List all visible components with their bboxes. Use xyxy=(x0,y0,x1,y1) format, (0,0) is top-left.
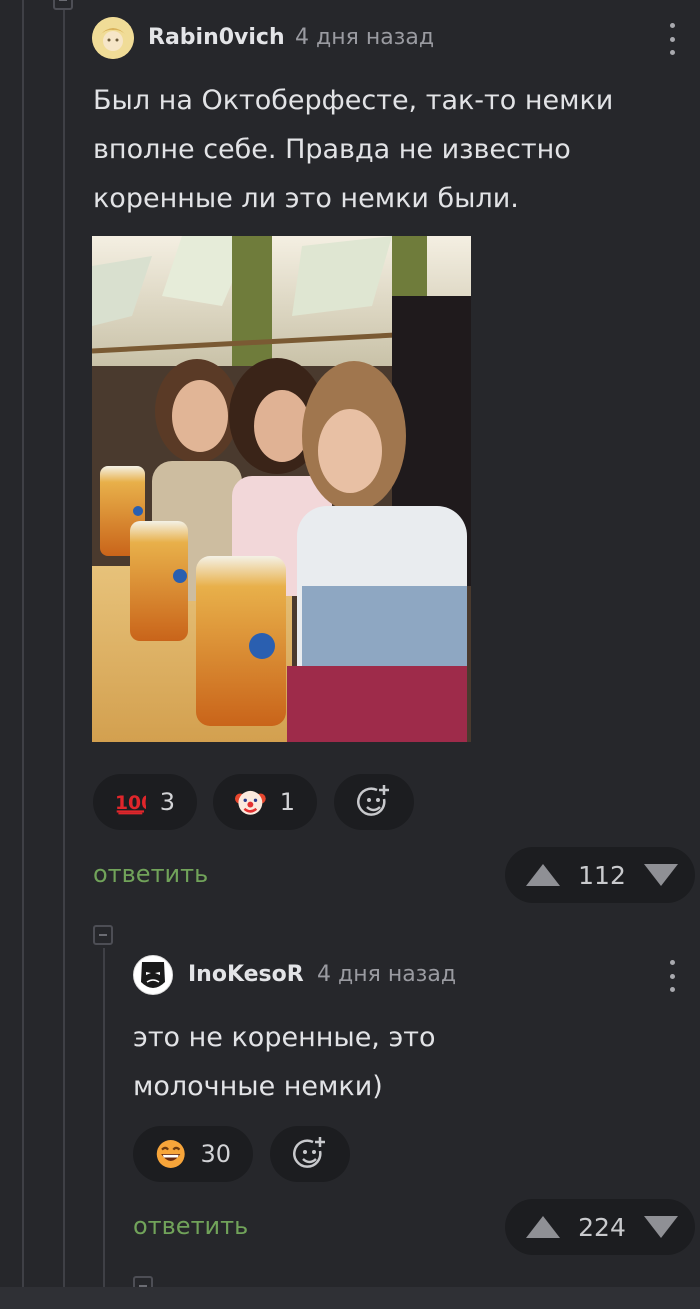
downvote-icon[interactable] xyxy=(643,1215,679,1239)
add-reaction-button[interactable] xyxy=(334,774,414,830)
reaction-count: 1 xyxy=(279,788,295,816)
dot xyxy=(669,36,675,42)
dot xyxy=(669,987,675,992)
dot xyxy=(669,50,675,55)
user-avatar[interactable] xyxy=(92,17,134,59)
avatar-image xyxy=(92,17,134,59)
reaction-grinning[interactable]: 30 xyxy=(133,1126,253,1182)
username[interactable]: InoKesoR xyxy=(188,962,304,987)
upvote-icon[interactable] xyxy=(525,863,561,887)
more-options-button[interactable] xyxy=(666,23,678,55)
rating-value: 112 xyxy=(578,860,626,890)
oktoberfest-photo xyxy=(92,236,471,742)
comment-text: Был на Октоберфесте, так-то немки вполне… xyxy=(93,76,613,223)
downvote-icon[interactable] xyxy=(643,863,679,887)
thread-line-level-2 xyxy=(103,948,105,1287)
dot xyxy=(669,973,675,979)
upvote-icon[interactable] xyxy=(525,1215,561,1239)
thread-line-outer xyxy=(22,0,24,1287)
comment-time: 4 дня назад xyxy=(295,25,435,50)
reaction-hundred[interactable]: 100 3 xyxy=(93,774,197,830)
user-avatar[interactable] xyxy=(133,955,173,995)
bottom-bar xyxy=(0,1287,700,1309)
dot xyxy=(669,23,675,28)
comment-text-line: вполне себе. Правда не известно xyxy=(93,134,571,165)
collapse-thread-button[interactable] xyxy=(53,0,73,10)
comment-text-line: Был на Октоберфесте, так-то немки xyxy=(93,85,614,116)
reaction-clown[interactable]: 1 xyxy=(213,774,317,830)
comment-text: это не коренные, это молочные немки) xyxy=(133,1013,436,1111)
rating-widget: 112 xyxy=(505,847,695,903)
rating-value: 224 xyxy=(578,1212,626,1242)
avatar-image xyxy=(134,956,172,994)
reply-link[interactable]: ответить xyxy=(93,860,208,888)
add-reaction-button[interactable] xyxy=(270,1126,350,1182)
dot xyxy=(669,960,675,965)
reaction-count: 3 xyxy=(159,788,175,816)
comment-time: 4 дня назад xyxy=(317,962,457,987)
clown-face-emoji-icon xyxy=(235,790,266,815)
username[interactable]: Rabin0vich xyxy=(148,25,285,50)
more-options-button[interactable] xyxy=(666,960,678,992)
add-reaction-icon xyxy=(293,1137,325,1168)
comment-text-line: это не коренные, это xyxy=(133,1022,436,1053)
add-reaction-icon xyxy=(357,785,389,816)
comment-text-line: коренные ли это немки были. xyxy=(93,183,519,214)
comment-text-line: молочные немки) xyxy=(133,1071,383,1102)
reaction-count: 30 xyxy=(200,1140,231,1168)
grinning-face-emoji-icon xyxy=(156,1140,185,1168)
rating-widget: 224 xyxy=(505,1199,695,1255)
comment-photo[interactable] xyxy=(92,236,471,742)
reply-link[interactable]: ответить xyxy=(133,1212,248,1240)
collapse-thread-button[interactable] xyxy=(93,925,113,945)
hundred-points-emoji-icon: 100 xyxy=(115,793,146,815)
thread-line-level-1 xyxy=(63,0,65,1287)
